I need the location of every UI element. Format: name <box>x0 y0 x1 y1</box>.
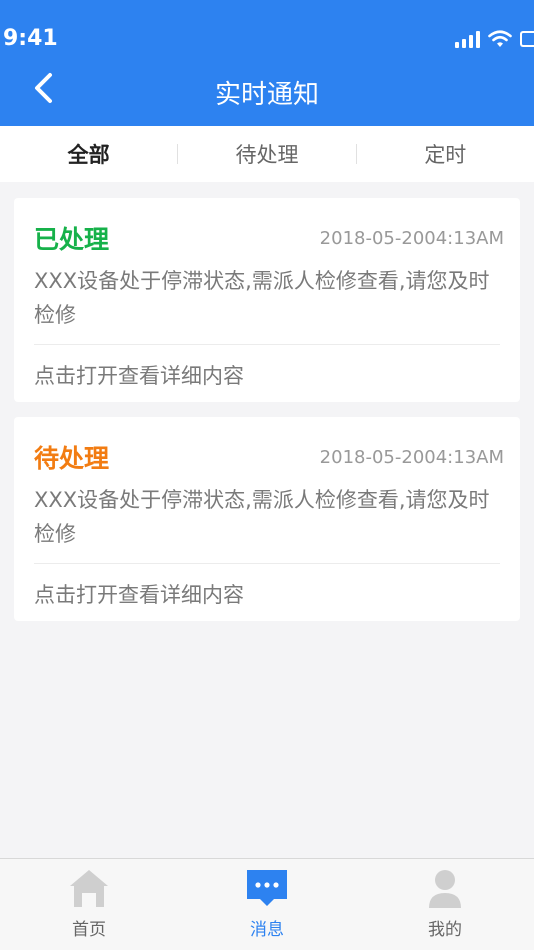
view-details-link[interactable]: 点击打开查看详细内容 <box>34 360 244 390</box>
nav-messages[interactable]: 消息 <box>178 859 356 950</box>
notification-time: 2018-05-2004:13AM <box>319 228 504 249</box>
status-time: 9:41 <box>3 26 58 51</box>
tab-scheduled[interactable]: 定时 <box>357 126 534 182</box>
home-icon <box>70 870 108 907</box>
signal-icon <box>455 30 480 48</box>
nav-label: 消息 <box>250 920 284 940</box>
screen: 9:41 实时通知 全部 待处理 定时 已处理 2018-05-2004:13A… <box>0 0 534 950</box>
view-details-link[interactable]: 点击打开查看详细内容 <box>34 579 244 609</box>
battery-icon <box>520 31 534 47</box>
user-icon <box>429 870 461 908</box>
notification-status: 待处理 <box>34 444 110 473</box>
nav-profile[interactable]: 我的 <box>356 859 534 950</box>
bottom-nav: 首页 消息 我的 <box>0 858 534 950</box>
wifi-icon <box>488 30 512 47</box>
nav-home[interactable]: 首页 <box>0 859 178 950</box>
message-icon <box>247 870 287 906</box>
nav-label: 我的 <box>428 920 462 940</box>
card-divider <box>34 563 500 564</box>
notification-card[interactable]: 待处理 2018-05-2004:13AM XXX设备处于停滞状态,需派人检修查… <box>14 417 520 621</box>
header-bar: 9:41 实时通知 <box>0 0 534 126</box>
notification-status: 已处理 <box>34 225 110 254</box>
notification-message: XXX设备处于停滞状态,需派人检修查看,请您及时检修 <box>34 488 490 546</box>
status-indicators <box>455 28 534 50</box>
nav-label: 首页 <box>72 920 106 940</box>
page-title: 实时通知 <box>214 80 319 110</box>
tab-all[interactable]: 全部 <box>0 126 177 182</box>
card-divider <box>34 344 500 345</box>
tab-bar: 全部 待处理 定时 <box>0 126 534 182</box>
notification-time: 2018-05-2004:13AM <box>319 447 504 468</box>
tab-pending[interactable]: 待处理 <box>178 126 355 182</box>
notification-message: XXX设备处于停滞状态,需派人检修查看,请您及时检修 <box>34 269 490 327</box>
notification-card[interactable]: 已处理 2018-05-2004:13AM XXX设备处于停滞状态,需派人检修查… <box>14 198 520 402</box>
